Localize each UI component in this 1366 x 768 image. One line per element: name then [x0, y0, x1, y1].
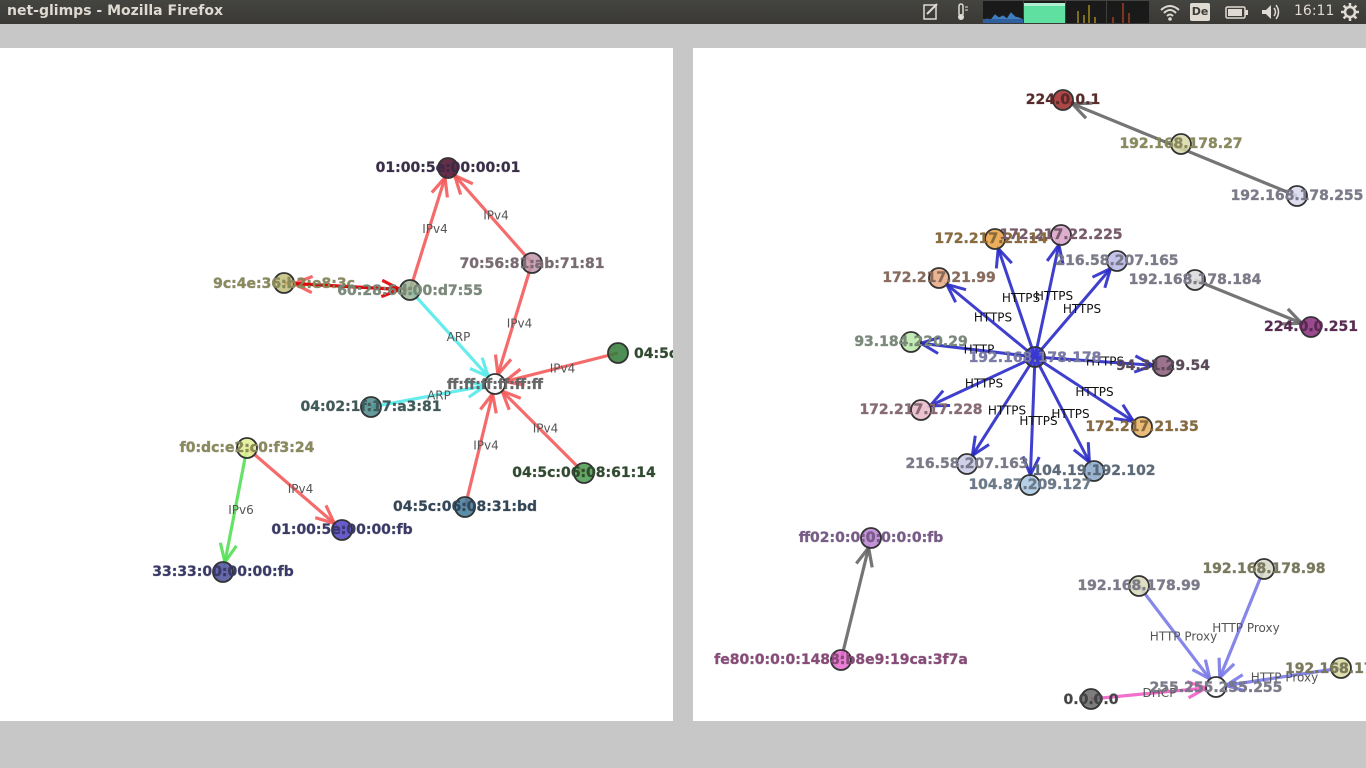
battery-icon[interactable]: [1224, 2, 1250, 22]
node-label: 04:5c:06:08:2b:0: [634, 346, 673, 362]
graph-node[interactable]: [607, 342, 629, 364]
node-label: 33:33:00:00:00:fb: [152, 564, 294, 580]
right-graph-canvas[interactable]: HTTPSHTTPSHTTPSHTTPSHTTPHTTPSHTTPSHTTPSH…: [693, 48, 1366, 721]
note-icon[interactable]: [922, 2, 940, 22]
node-label: 9c:4e:36:b2:e8:3c: [213, 276, 355, 292]
edge-label: IPv4: [473, 439, 499, 453]
node-label: 192.168.17: [1285, 661, 1366, 677]
node-label: 04:02:1f:17:a3:81: [301, 399, 442, 415]
edge-label: HTTPS: [1035, 289, 1073, 303]
edge-label: HTTPS: [1075, 385, 1113, 399]
node-label: 0.0.0.0: [1064, 692, 1119, 708]
node-label: 70:56:81:ab:71:81: [460, 256, 605, 272]
edge-label: HTTP Proxy: [1212, 621, 1279, 635]
edge-label: HTTPS: [1051, 407, 1089, 421]
thermometer-icon[interactable]: [954, 2, 970, 22]
left-network-graph[interactable]: IPv4 IPv4 ARP IPv4 IPv4 ARP IPv4 IPv4 IPv4 IPv6 01…: [0, 48, 673, 721]
node-label: 04:5c:06:08:31:bd: [393, 499, 537, 515]
edge-label: IPv4: [422, 222, 448, 236]
node-label: ff:ff:ff:ff:ff:ff: [447, 377, 544, 393]
node-label: ff02:0:0:0:0:0:0:fb: [799, 530, 944, 546]
edge-label: HTTPS: [1063, 302, 1101, 316]
node-label: 192.168.178.184: [1129, 272, 1262, 288]
node-label: 192.168.178.98: [1202, 561, 1325, 577]
label-layer: 01:00:5e:00:00:01 9c:4e:36:b2:e8:3c60:28:…: [152, 160, 673, 581]
edge-label: IPv4: [288, 482, 314, 496]
clock[interactable]: 16:11: [1294, 3, 1334, 19]
wifi-icon[interactable]: [1159, 2, 1181, 22]
node-label: 192.168.178.27: [1119, 136, 1242, 152]
node-label: 172.217.21.35: [1085, 419, 1198, 435]
edge-label: HTTPS: [965, 377, 1003, 391]
top-panel: net-glimps - Mozilla Firefox De 16:11: [0, 0, 1366, 24]
system-monitor-icon[interactable]: [983, 1, 1149, 23]
node-label: 192.168.178.255: [1231, 188, 1364, 204]
node-label: 01:00:5e:00:00:fb: [271, 522, 412, 538]
node-label: 172.217.21.99: [882, 270, 995, 286]
edge-label: HTTPS: [974, 311, 1012, 325]
node-label: 192.168.178.178: [969, 350, 1102, 366]
keyboard-layout-icon[interactable]: De: [1190, 3, 1210, 21]
node-label: 192.168.178.99: [1077, 578, 1200, 594]
window-title: net-glimps - Mozilla Firefox: [7, 3, 224, 19]
node-layer: [830, 89, 1352, 710]
edge-label: HTTP Proxy: [1150, 630, 1217, 644]
edge-label: ARP: [447, 330, 471, 344]
edge-label: IPv4: [507, 317, 533, 331]
node-label: f0:dc:e2:c0:f3:24: [180, 440, 315, 456]
node-label: 216.58.207.165: [1055, 253, 1178, 269]
right-network-graph[interactable]: HTTPS HTTPS HTTPS HTTPS HTTP HTTPS HTTPS HTTPS H…: [693, 48, 1366, 721]
edge-label: IPv4: [533, 422, 559, 436]
node-label: 01:00:5e:00:00:01: [376, 160, 521, 176]
node-label: 60:28:6d:00:d7:55: [337, 283, 482, 299]
node-label: 224.0.0.251: [1264, 319, 1358, 335]
edge[interactable]: [839, 547, 871, 661]
node-label: 93.184.220.29: [854, 334, 967, 350]
node-label: 104.19.192.102: [1032, 463, 1155, 479]
node-label: 04:5c:06:08:61:14: [512, 465, 656, 481]
left-graph-canvas[interactable]: IPv4IPv4ARPIPv4IPv4ARPIPv4IPv4IPv4IPv601…: [0, 48, 673, 721]
node-label: 224.0.0.1: [1026, 92, 1100, 108]
edge-label: IPv6: [228, 503, 254, 517]
node-label: 172.217.22.225: [999, 227, 1122, 243]
edge-label: IPv4: [550, 362, 576, 376]
node-label: 216.58.207.163: [905, 456, 1028, 472]
node-label: 94.31.29.54: [1116, 358, 1210, 374]
gear-icon[interactable]: [1340, 2, 1360, 22]
node-label: 255.255.255.255: [1150, 680, 1283, 696]
edge-label: IPv4: [483, 209, 509, 223]
volume-icon[interactable]: [1260, 2, 1282, 22]
node-label: fe80:0:0:0:1488:b8e9:19ca:3f7a: [714, 652, 968, 668]
node-label: 172.217.17.228: [859, 402, 982, 418]
node-label: 104.87.209.127: [968, 477, 1091, 493]
edge-arrowhead: [970, 435, 990, 459]
